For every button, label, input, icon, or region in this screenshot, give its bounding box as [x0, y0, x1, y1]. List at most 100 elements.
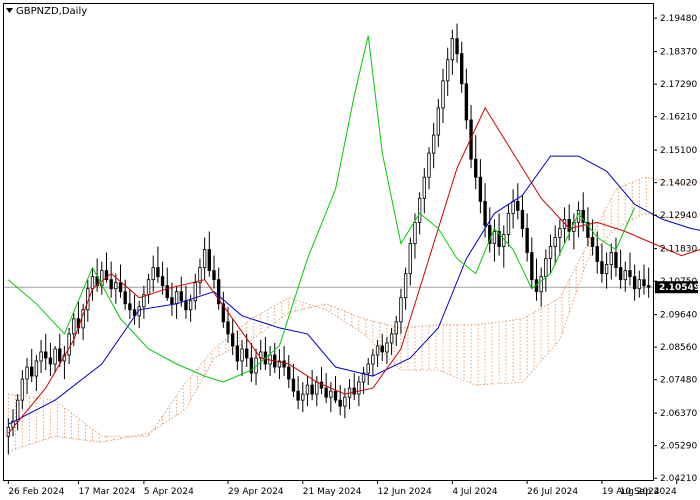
- y-tick-label: 2.15100: [660, 146, 697, 156]
- candle-body: [25, 366, 29, 380]
- candle-body: [44, 351, 48, 359]
- y-tick-label: 2.16210: [660, 113, 697, 123]
- candle-body: [604, 264, 609, 275]
- candle-body: [548, 246, 553, 259]
- y-tick-label: 2.09640: [660, 311, 697, 321]
- candle-body: [445, 59, 450, 82]
- candle-body: [357, 381, 361, 395]
- candle-body: [67, 333, 71, 356]
- y-tick-label: 2.18370: [660, 48, 697, 58]
- candle-body: [315, 381, 319, 395]
- candle-body: [385, 342, 389, 353]
- candle-body: [338, 399, 342, 407]
- candle-body: [282, 360, 286, 368]
- candle-body: [352, 387, 356, 395]
- candle-body: [184, 300, 188, 311]
- candle-body: [394, 321, 398, 335]
- candle-body: [114, 282, 118, 290]
- candle-body: [235, 345, 240, 362]
- candle-body: [623, 270, 627, 281]
- candle-body: [642, 279, 646, 287]
- candle-body: [53, 348, 57, 365]
- y-tick-label: 2.06370: [660, 409, 697, 419]
- candle-body: [212, 270, 216, 281]
- candle-body: [90, 276, 95, 290]
- candle-body: [160, 276, 165, 287]
- candle-body: [151, 267, 155, 281]
- candle-body: [525, 228, 529, 253]
- x-tick-label: 5 Apr 2024: [144, 487, 194, 497]
- candle-body: [34, 360, 39, 377]
- candle-body: [567, 219, 571, 232]
- candle-body: [590, 237, 595, 247]
- candle-body: [30, 366, 34, 377]
- candle-body: [441, 80, 445, 109]
- candle-body: [595, 246, 599, 262]
- candle-body: [511, 200, 515, 214]
- candle-body: [544, 258, 548, 278]
- candle-body: [170, 297, 174, 305]
- x-tick-label: 4 Jul 2024: [452, 487, 497, 497]
- candle-body: [333, 390, 338, 401]
- candle-body: [245, 348, 249, 359]
- candle-body: [609, 252, 613, 265]
- x-tick-label: 12 Jun 2024: [378, 487, 432, 497]
- candle-body: [301, 393, 305, 401]
- candle-body: [174, 291, 179, 305]
- candle-body: [506, 212, 511, 235]
- candle-body: [58, 348, 62, 362]
- candle-body: [389, 333, 394, 344]
- candle-body: [530, 252, 534, 281]
- candle-body: [48, 357, 53, 365]
- candle-body: [319, 381, 324, 389]
- candle-body: [408, 243, 412, 275]
- candle-body: [291, 378, 296, 392]
- candle-body: [637, 279, 642, 290]
- candle-body: [632, 276, 637, 290]
- candle-body: [492, 231, 497, 244]
- current-price-tag: 2.10549: [655, 281, 700, 294]
- x-tick-label: 10 Sep 2024: [620, 487, 677, 497]
- candle-body: [422, 176, 427, 199]
- candle-body: [324, 387, 328, 398]
- candle-body: [188, 300, 193, 311]
- candle-body: [450, 38, 455, 61]
- candle-body: [413, 222, 417, 244]
- y-tick-label: 2.17290: [660, 80, 697, 90]
- candle-body: [128, 303, 132, 311]
- y-tick-label: 2.12940: [660, 211, 697, 221]
- x-tick-label: 26 Feb 2024: [8, 487, 64, 497]
- y-tick-label: 2.14020: [660, 179, 697, 189]
- x-tick-label: 21 May 2024: [303, 487, 362, 497]
- candle-body: [436, 107, 441, 136]
- candle-body: [483, 200, 487, 226]
- x-tick-label: 17 Mar 2024: [78, 487, 135, 497]
- candle-body: [520, 209, 525, 229]
- symbol-title: GBPNZD,Daily: [16, 6, 87, 17]
- candle-body: [455, 38, 459, 55]
- candle-body: [20, 378, 25, 401]
- candle-body: [380, 345, 384, 353]
- candle-body: [478, 176, 483, 202]
- candle-body: [427, 152, 431, 178]
- candle-body: [296, 390, 300, 401]
- candle-body: [614, 252, 618, 269]
- candle-body: [516, 200, 520, 211]
- candle-body: [366, 363, 370, 374]
- candle-body: [109, 279, 113, 290]
- candle-body: [553, 237, 557, 247]
- chart-background: [0, 0, 700, 500]
- x-tick-label: 26 Jul 2024: [527, 487, 578, 497]
- y-tick-label: 2.19480: [660, 14, 697, 24]
- x-tick-label: 29 Apr 2024: [228, 487, 284, 497]
- candle-body: [417, 197, 422, 223]
- y-axis: 2.19480 2.18370 2.17290 2.16210 2.15100 2.140…: [653, 14, 697, 484]
- price-chart: 2.19480 2.18370 2.17290 2.16210 2.15100 2.140…: [0, 0, 700, 500]
- candle-body: [287, 366, 291, 380]
- y-tick-label: 2.05290: [660, 442, 697, 452]
- candle-body: [628, 270, 632, 278]
- candle-body: [371, 354, 375, 365]
- chart-title: GBPNZD,Daily: [6, 6, 87, 17]
- candle-body: [431, 134, 436, 154]
- candle-body: [343, 396, 347, 407]
